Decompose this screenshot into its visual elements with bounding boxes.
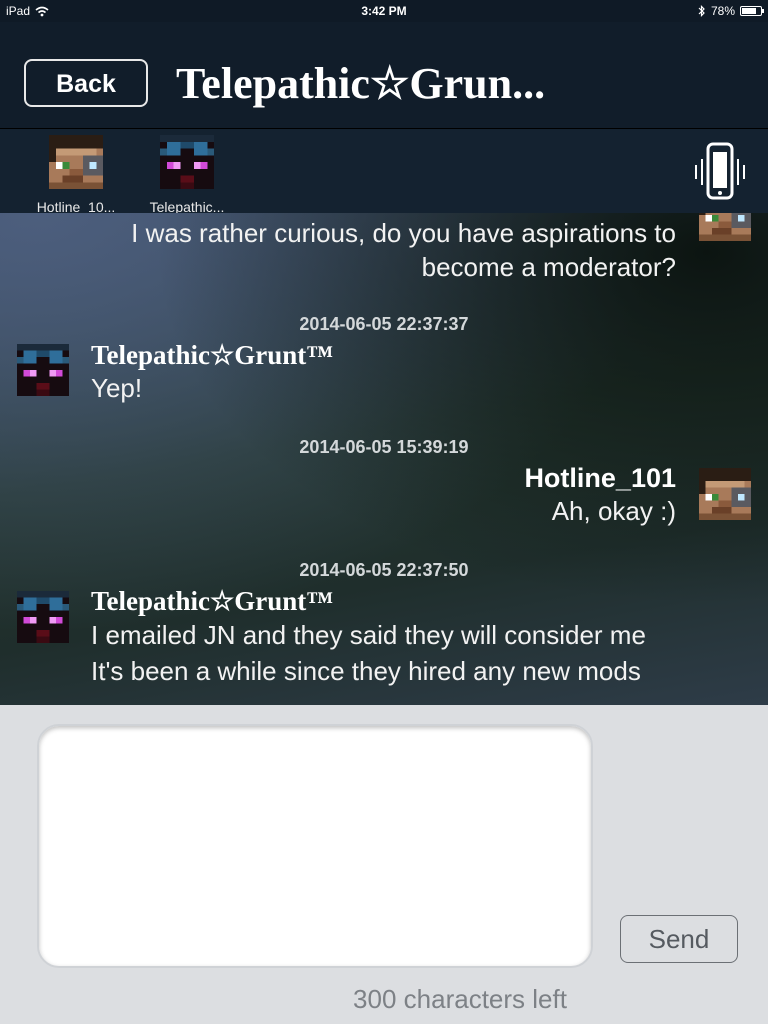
message-line: Yep! [91,373,143,403]
message-sender: Telepathic☆Grunt™ [91,340,334,370]
message-bubble: Telepathic☆Grunt™ I emailed JN and they … [91,586,751,689]
message-list[interactable]: I was rather curious, do you have aspira… [0,213,768,705]
telepathic-avatar [157,135,217,189]
status-time: 3:42 PM [361,4,407,18]
status-right: 78% [698,4,764,18]
message-sender: Hotline_101 [524,463,676,493]
message-line: Ah, okay :) [551,496,676,526]
battery-icon [740,6,764,16]
message-timestamp: 2014-06-05 22:37:37 [299,314,469,334]
message-timestamp: 2014-06-05 15:39:19 [299,437,469,457]
message-line: I was rather curious, do you have aspira… [131,218,676,248]
message-bubble: Hotline_101 Ah, okay :) [524,463,676,528]
message-input[interactable] [37,724,593,968]
send-button[interactable]: Send [620,915,738,963]
back-button[interactable]: Back [24,59,148,107]
hotline-avatar [46,135,106,189]
message-line: become a moderator? [421,252,676,282]
message-timestamp: 2014-06-05 22:37:50 [299,560,469,580]
participant-telepathic[interactable]: Telepathic... [132,135,242,215]
message-bubble: I was rather curious, do you have aspira… [36,216,676,284]
bluetooth-icon [698,5,705,17]
telepathic-avatar [14,344,72,396]
phone-vibrate-icon[interactable] [692,141,748,203]
message-line: I emailed JN and they said they will con… [91,620,646,650]
message-sender: Telepathic☆Grunt™ [91,586,334,616]
telepathic-avatar [14,591,72,643]
message-bubble: Telepathic☆Grunt™ Yep! [91,340,333,405]
compose-area: Send 300 characters left [0,705,768,1024]
nav-bar: Back Telepathic☆Grun... [0,22,768,129]
conversation-title: Telepathic☆Grun... [176,59,546,108]
message-line: It's been a while since they hired any n… [91,656,641,686]
hotline-avatar [696,213,754,241]
battery-percent: 78% [710,4,735,18]
participants-bar: Hotline_10... Telepathic... [0,129,768,215]
status-bar: iPad 3:42 PM 78% [0,0,768,22]
characters-left: 300 characters left [353,984,567,1014]
hotline-avatar [696,468,754,520]
battery-fill [742,8,757,14]
participant-hotline[interactable]: Hotline_10... [21,135,131,215]
